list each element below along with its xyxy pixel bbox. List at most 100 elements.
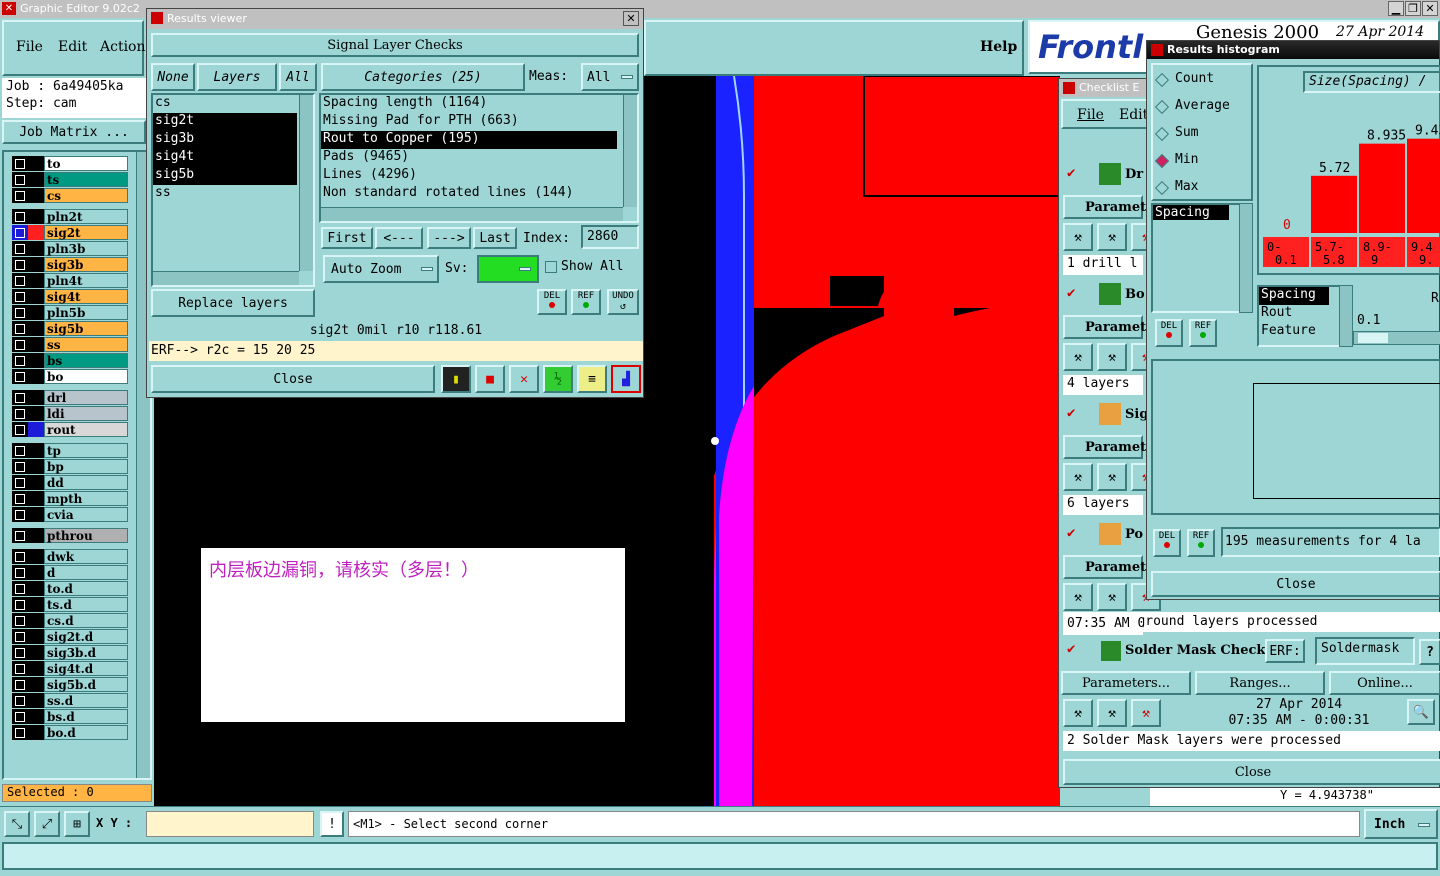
- undo-button[interactable]: UNDO ↺: [607, 289, 639, 315]
- stop-icon[interactable]: ■: [475, 365, 505, 393]
- erf-field[interactable]: Soldermask: [1315, 637, 1415, 665]
- erf-button[interactable]: ERF:: [1265, 639, 1305, 663]
- layer-row[interactable]: bs: [12, 353, 128, 368]
- layer-row[interactable]: ldi: [12, 406, 128, 421]
- category-hscroll[interactable]: [321, 207, 623, 221]
- layer-list-item[interactable]: cs: [153, 95, 297, 113]
- close-button[interactable]: Close: [151, 365, 435, 393]
- layer-row[interactable]: bo: [12, 369, 128, 384]
- layers-button[interactable]: Layers: [197, 63, 277, 91]
- category-item[interactable]: Non standard rotated lines (144): [321, 185, 617, 203]
- check-parameters-button[interactable]: Paramete: [1063, 315, 1154, 339]
- category-list[interactable]: Spacing length (1164) Missing Pad for PTH…: [319, 93, 639, 223]
- layer-row[interactable]: pln5b: [12, 305, 128, 320]
- del-button[interactable]: DEL: [537, 289, 567, 315]
- menu-file[interactable]: File: [16, 39, 43, 55]
- layer-row[interactable]: mpth: [12, 491, 128, 506]
- run-all-icon[interactable]: ⚒: [1097, 699, 1127, 727]
- layer-checkbox[interactable]: [12, 156, 28, 171]
- category-select-list[interactable]: Spacing Rout Feature: [1257, 285, 1351, 347]
- layer-row[interactable]: sig5b.d: [12, 677, 128, 692]
- select-tool-icon[interactable]: ⤡: [4, 811, 30, 837]
- layer-checkbox[interactable]: [12, 581, 28, 596]
- category-item[interactable]: Spacing length (1164): [321, 95, 617, 113]
- layer-checkbox[interactable]: [12, 172, 28, 187]
- histogram-bar[interactable]: [1407, 138, 1440, 233]
- histogram-bar[interactable]: [1311, 175, 1357, 233]
- layer-checkbox[interactable]: [12, 613, 28, 628]
- all-button[interactable]: All: [279, 63, 317, 91]
- range-slider-thumb[interactable]: [1358, 333, 1388, 343]
- category-option[interactable]: Rout: [1259, 305, 1329, 323]
- check-run-icon[interactable]: ⚒: [1097, 343, 1127, 371]
- layer-checkbox[interactable]: [12, 369, 28, 384]
- measure-item[interactable]: Spacing: [1153, 205, 1229, 220]
- layer-checkbox[interactable]: [12, 241, 28, 256]
- layer-checkbox[interactable]: [12, 597, 28, 612]
- check-mark-icon[interactable]: ✔: [1067, 285, 1075, 301]
- run-check-icon[interactable]: ⚒: [1063, 699, 1093, 727]
- help-q-button[interactable]: ?: [1419, 639, 1440, 665]
- layer-checkbox[interactable]: [12, 406, 28, 421]
- menu-edit[interactable]: Edit: [58, 39, 87, 55]
- check-parameters-button[interactable]: Paramete: [1063, 555, 1154, 579]
- layer-row[interactable]: ts.d: [12, 597, 128, 612]
- layer-row[interactable]: pln3b: [12, 241, 128, 256]
- stop-check-icon[interactable]: ⚒: [1131, 699, 1161, 727]
- layer-row[interactable]: sig4t.d: [12, 661, 128, 676]
- layer-row[interactable]: pln2t: [12, 209, 128, 224]
- layer-row[interactable]: d: [12, 565, 128, 580]
- xy-input[interactable]: [146, 811, 314, 837]
- histogram-icon[interactable]: ▟: [611, 365, 641, 393]
- check-run-icon[interactable]: ⚒: [1097, 223, 1127, 251]
- category-item[interactable]: Lines (4296): [321, 167, 617, 185]
- layer-row[interactable]: rout: [12, 422, 128, 437]
- auto-zoom-select[interactable]: Auto Zoom: [323, 255, 439, 283]
- layer-checkbox[interactable]: [12, 353, 28, 368]
- layer-checkbox[interactable]: [12, 709, 28, 724]
- layer-checkbox[interactable]: [12, 475, 28, 490]
- checklist-close-button[interactable]: Close: [1063, 759, 1440, 785]
- measure-list[interactable]: Spacing: [1151, 203, 1245, 313]
- layer-row[interactable]: cs: [12, 188, 128, 203]
- layer-list-item[interactable]: sig3b: [153, 131, 297, 149]
- layer-list-item[interactable]: sig5b: [153, 167, 297, 185]
- layer-row[interactable]: cvia: [12, 507, 128, 522]
- layer-checkbox[interactable]: [12, 273, 28, 288]
- layer-checkbox[interactable]: [12, 491, 28, 506]
- layer-row[interactable]: tp: [12, 443, 128, 458]
- layer-row[interactable]: to.d: [12, 581, 128, 596]
- layer-row[interactable]: sig5b: [12, 321, 128, 336]
- layer-row[interactable]: ss.d: [12, 693, 128, 708]
- category-option[interactable]: Spacing: [1259, 287, 1329, 305]
- layer-row[interactable]: bp: [12, 459, 128, 474]
- layer-checkbox[interactable]: [12, 528, 28, 543]
- layer-checkbox[interactable]: [12, 725, 28, 740]
- layer-checkbox[interactable]: [12, 390, 28, 405]
- layer-checkbox[interactable]: [12, 565, 28, 580]
- checklist-menu-edit[interactable]: Edit: [1119, 107, 1148, 123]
- layer-checkbox[interactable]: [12, 225, 28, 240]
- layer-row[interactable]: cs.d: [12, 613, 128, 628]
- parameters-button[interactable]: Parameters...: [1061, 671, 1191, 695]
- layer-checkbox[interactable]: [12, 209, 28, 224]
- menu-actions[interactable]: Actions: [100, 39, 153, 55]
- layer-list-hscroll[interactable]: [153, 271, 299, 285]
- check-run-icon[interactable]: ⚒: [1097, 463, 1127, 491]
- minimize-button[interactable]: ▁: [1388, 1, 1404, 16]
- category-item[interactable]: Pads (9465): [321, 149, 617, 167]
- layer-row[interactable]: ss: [12, 337, 128, 352]
- run-icon[interactable]: ▮: [441, 365, 471, 393]
- layer-list-vscroll[interactable]: [299, 95, 313, 271]
- layer-checkbox[interactable]: [12, 459, 28, 474]
- category-option[interactable]: Feature: [1259, 323, 1329, 341]
- check-parameters-button[interactable]: Paramete: [1063, 435, 1154, 459]
- grid-tool-icon[interactable]: ⊞: [64, 811, 90, 837]
- zoom-tool-icon[interactable]: ⤢: [34, 811, 60, 837]
- units-select[interactable]: Inch: [1364, 809, 1438, 839]
- layer-row[interactable]: sig3b: [12, 257, 128, 272]
- zoom-icon[interactable]: 🔍: [1407, 699, 1435, 725]
- layer-list-item[interactable]: sig2t: [153, 113, 297, 131]
- layer-checkbox[interactable]: [12, 188, 28, 203]
- layer-row[interactable]: sig3b.d: [12, 645, 128, 660]
